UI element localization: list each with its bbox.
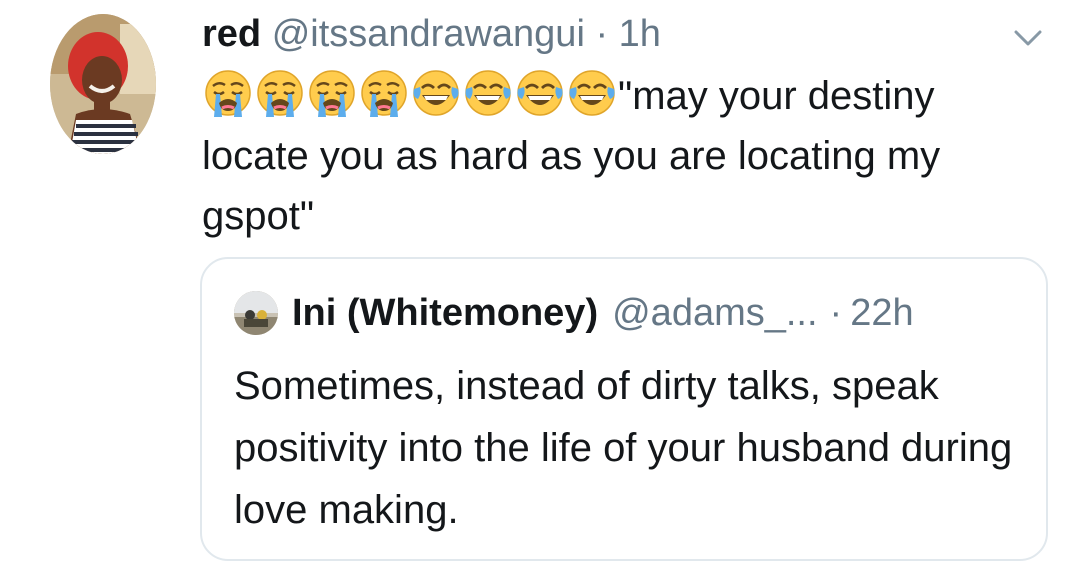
face-with-tears-of-joy-emoji-icon — [462, 67, 514, 119]
display-name[interactable]: red — [202, 13, 261, 55]
quoted-tweet-text: Sometimes, instead of dirty talks, speak… — [234, 364, 1013, 532]
timestamp[interactable]: 1h — [619, 13, 661, 55]
emoji-row — [202, 70, 618, 118]
quoted-tweet[interactable]: Ini (Whitemoney) @adams_... · 22h Someti… — [200, 257, 1048, 561]
face-with-tears-of-joy-emoji-icon — [514, 67, 566, 119]
face-with-tears-of-joy-emoji-icon — [566, 67, 618, 119]
loudly-crying-face-emoji-icon — [202, 67, 254, 119]
quoted-display-name[interactable]: Ini (Whitemoney) — [292, 289, 598, 337]
tweet[interactable]: red @itssandrawangui · 1h "may your dest… — [0, 0, 1080, 569]
quoted-avatar[interactable] — [234, 291, 278, 335]
quoted-handle[interactable]: @adams_... — [612, 289, 817, 337]
quoted-separator-dot: · — [829, 292, 843, 334]
tweet-body: "may your destiny locate you as hard as … — [202, 66, 1052, 246]
loudly-crying-face-emoji-icon — [358, 67, 410, 119]
tweet-header: red @itssandrawangui · 1h — [202, 10, 661, 58]
face-with-tears-of-joy-emoji-icon — [410, 67, 462, 119]
loudly-crying-face-emoji-icon — [254, 67, 306, 119]
quoted-timestamp[interactable]: 22h — [850, 289, 913, 337]
handle[interactable]: @itssandrawangui — [272, 13, 585, 55]
chevron-down-icon[interactable] — [1010, 20, 1046, 56]
avatar[interactable] — [50, 14, 156, 154]
loudly-crying-face-emoji-icon — [306, 67, 358, 119]
quoted-tweet-header: Ini (Whitemoney) @adams_... · 22h — [234, 289, 914, 337]
separator-dot: · — [595, 13, 609, 55]
